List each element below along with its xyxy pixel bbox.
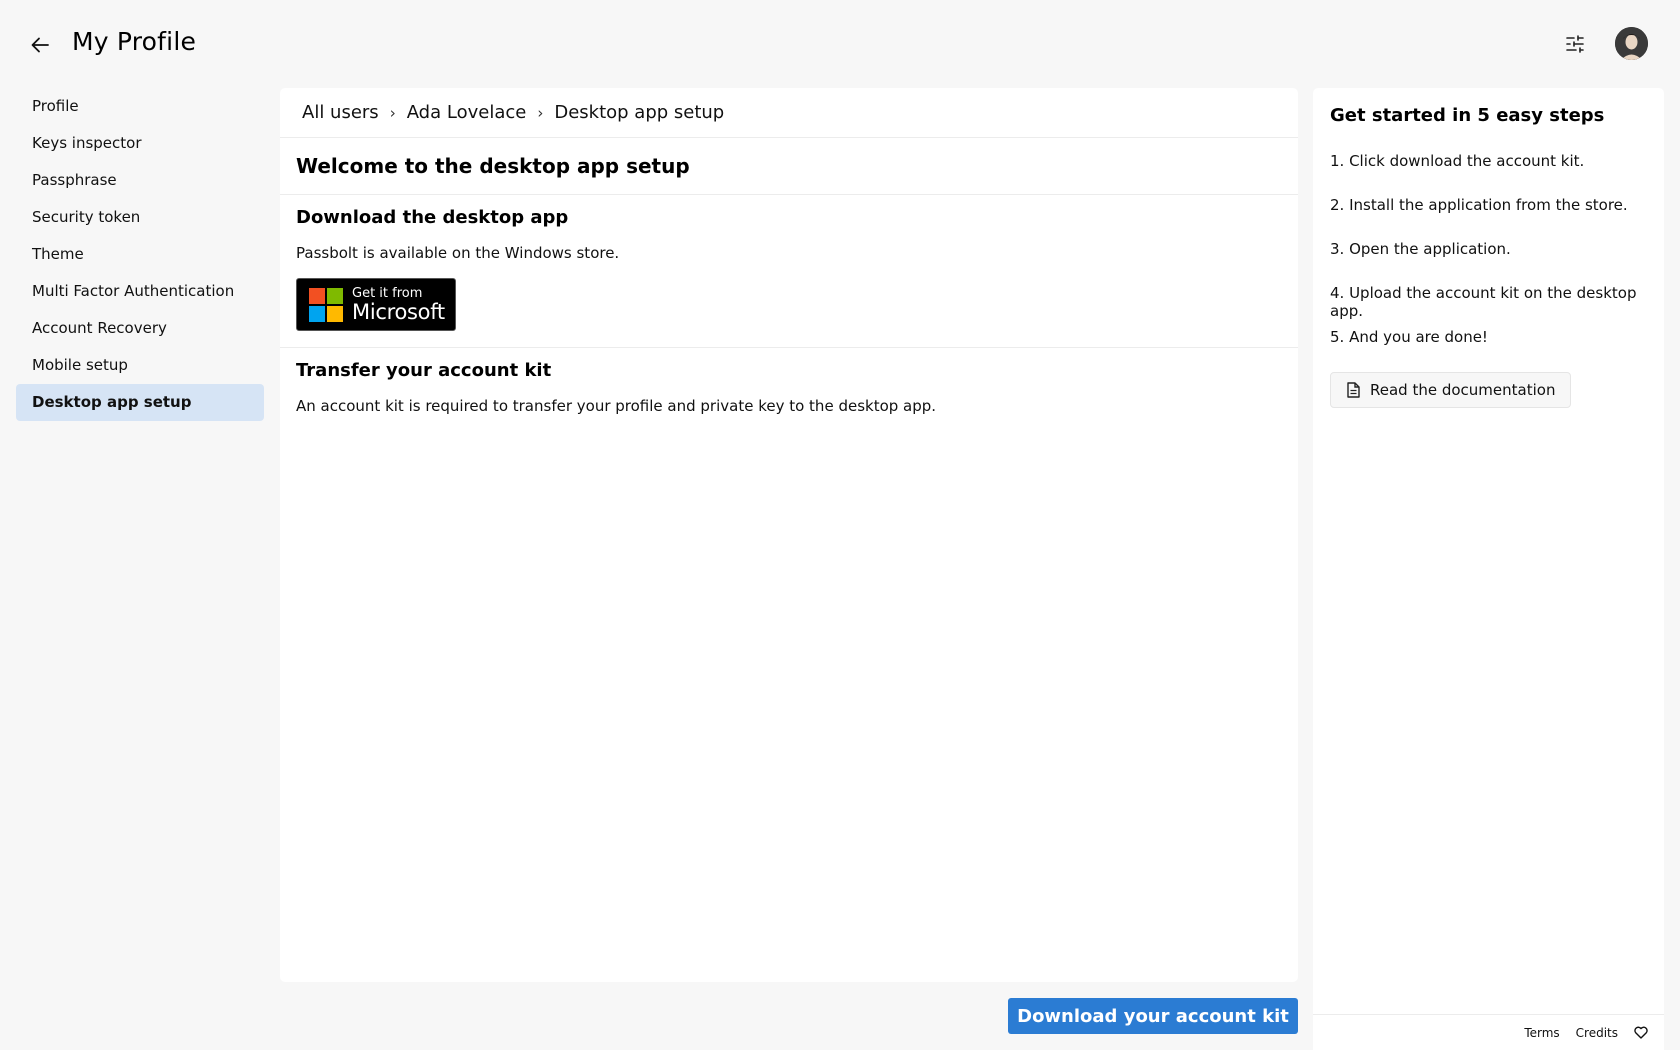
badge-small-text: Get it from bbox=[352, 285, 423, 301]
sidebar: Profile Keys inspector Passphrase Securi… bbox=[16, 88, 264, 421]
step-item: 4. Upload the account kit on the desktop… bbox=[1330, 284, 1637, 320]
badge-big-text: Microsoft bbox=[352, 299, 445, 324]
download-heading: Download the desktop app bbox=[296, 207, 569, 228]
breadcrumb-separator: › bbox=[537, 103, 544, 122]
sidebar-item-security-token[interactable]: Security token bbox=[16, 199, 264, 236]
breadcrumb-all-users[interactable]: All users bbox=[302, 102, 379, 123]
step-item: 3. Open the application. bbox=[1330, 240, 1511, 258]
read-documentation-button[interactable]: Read the documentation bbox=[1330, 372, 1572, 408]
step-item: 1. Click download the account kit. bbox=[1330, 152, 1585, 170]
sidebar-item-profile[interactable]: Profile bbox=[16, 88, 264, 125]
help-title: Get started in 5 easy steps bbox=[1330, 105, 1605, 126]
doc-button-label: Read the documentation bbox=[1370, 381, 1556, 399]
sidebar-item-account-recovery[interactable]: Account Recovery bbox=[16, 310, 264, 347]
sidebar-item-keys-inspector[interactable]: Keys inspector bbox=[16, 125, 264, 162]
download-account-kit-button[interactable]: Download your account kit bbox=[1008, 998, 1298, 1034]
terms-link[interactable]: Terms bbox=[1524, 1026, 1559, 1040]
document-icon bbox=[1347, 382, 1360, 398]
header: My Profile bbox=[0, 0, 1680, 88]
transfer-text: An account kit is required to transfer y… bbox=[296, 397, 937, 415]
sidebar-item-theme[interactable]: Theme bbox=[16, 236, 264, 273]
back-button[interactable] bbox=[27, 32, 53, 58]
section-title: Welcome to the desktop app setup bbox=[280, 138, 1298, 195]
step-item: 2. Install the application from the stor… bbox=[1330, 196, 1628, 214]
credits-link[interactable]: Credits bbox=[1576, 1026, 1618, 1040]
transfer-section: Transfer your account kit An account kit… bbox=[280, 347, 1298, 447]
breadcrumb-current[interactable]: Desktop app setup bbox=[554, 102, 724, 123]
page-title: My Profile bbox=[72, 27, 197, 56]
microsoft-store-badge[interactable]: Get it from Microsoft bbox=[296, 278, 456, 331]
sidebar-item-mobile-setup[interactable]: Mobile setup bbox=[16, 347, 264, 384]
sidebar-item-mfa[interactable]: Multi Factor Authentication bbox=[16, 273, 264, 310]
download-section: Download the desktop app Passbolt is ava… bbox=[280, 195, 1298, 347]
heart-icon[interactable] bbox=[1634, 1026, 1648, 1039]
avatar[interactable] bbox=[1615, 27, 1648, 60]
footer: Terms Credits bbox=[1313, 1014, 1664, 1050]
main-panel: All users › Ada Lovelace › Desktop app s… bbox=[280, 88, 1298, 982]
sliders-icon[interactable] bbox=[1563, 32, 1587, 56]
user-portrait-icon bbox=[1615, 27, 1648, 60]
sidebar-item-passphrase[interactable]: Passphrase bbox=[16, 162, 264, 199]
microsoft-logo-icon bbox=[309, 287, 343, 322]
breadcrumb-separator: › bbox=[389, 103, 396, 122]
help-panel: Get started in 5 easy steps 1. Click dow… bbox=[1313, 88, 1664, 1050]
transfer-heading: Transfer your account kit bbox=[296, 360, 552, 381]
arrow-left-icon bbox=[31, 37, 49, 53]
sidebar-item-desktop-app-setup[interactable]: Desktop app setup bbox=[16, 384, 264, 421]
steps-list: 1. Click download the account kit. 2. In… bbox=[1330, 152, 1664, 372]
download-text: Passbolt is available on the Windows sto… bbox=[296, 244, 620, 262]
step-item: 5. And you are done! bbox=[1330, 328, 1488, 346]
breadcrumb: All users › Ada Lovelace › Desktop app s… bbox=[280, 88, 1298, 138]
breadcrumb-user[interactable]: Ada Lovelace bbox=[407, 102, 527, 123]
